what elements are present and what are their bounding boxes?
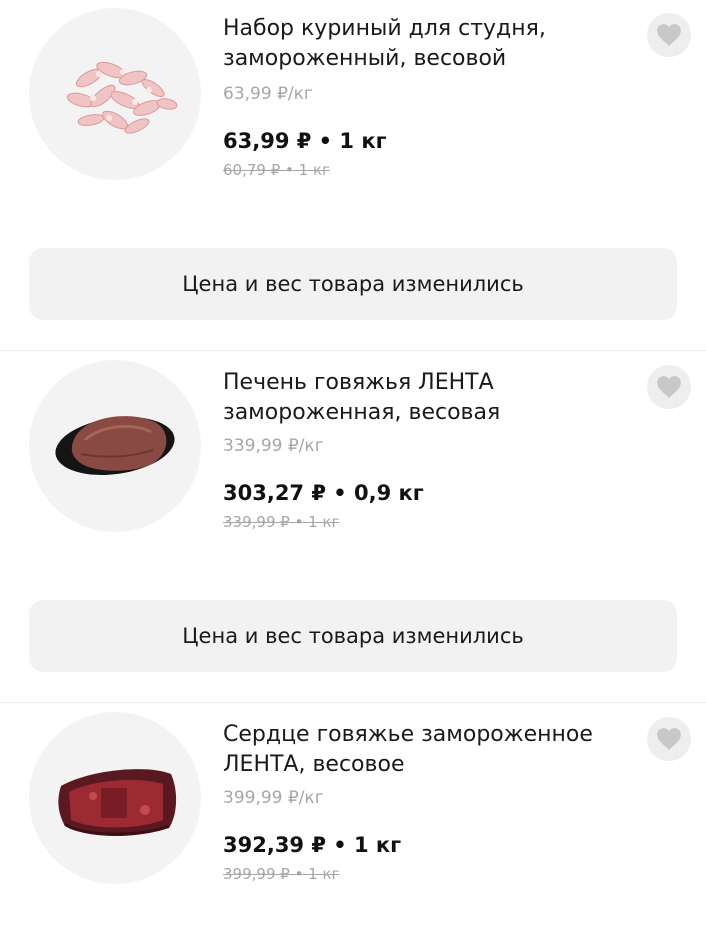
old-price: 399,99 ₽ • 1 кг [223,865,340,883]
heart-icon [657,728,681,750]
heart-icon [657,24,681,46]
beef-liver-image [55,416,175,475]
product-title[interactable]: Печень говяжья ЛЕНТА замороженная, весов… [223,368,643,428]
product-title[interactable]: Набор куриный для студня, замороженный, … [223,14,643,74]
price: 63,99 ₽ • 1 кг [223,129,387,153]
product-image[interactable] [29,8,201,180]
price: 392,39 ₽ • 1 кг [223,833,402,857]
old-price: 339,99 ₽ • 1 кг [223,513,340,531]
product-card[interactable]: Печень говяжья ЛЕНТА замороженная, весов… [0,352,706,587]
beef-heart-image [58,769,177,836]
heart-icon [657,376,681,398]
product-title[interactable]: Сердце говяжье замороженное ЛЕНТА, весов… [223,720,643,780]
favorite-button[interactable] [647,717,691,761]
favorite-button[interactable] [647,13,691,57]
product-card[interactable]: Сердце говяжье замороженное ЛЕНТА, весов… [0,704,706,942]
price-change-notice: Цена и вес товара изменились [29,248,677,320]
divider [0,350,706,351]
unit-price: 339,99 ₽/кг [223,436,324,456]
price-change-notice: Цена и вес товара изменились [29,600,677,672]
unit-price: 399,99 ₽/кг [223,788,324,808]
old-price: 60,79 ₽ • 1 кг [223,161,330,179]
chicken-feet-image [66,61,178,134]
product-image[interactable] [29,712,201,884]
product-card[interactable]: Набор куриный для студня, замороженный, … [0,0,706,235]
divider [0,702,706,703]
price: 303,27 ₽ • 0,9 кг [223,481,424,505]
favorite-button[interactable] [647,365,691,409]
unit-price: 63,99 ₽/кг [223,84,313,104]
product-image[interactable] [29,360,201,532]
